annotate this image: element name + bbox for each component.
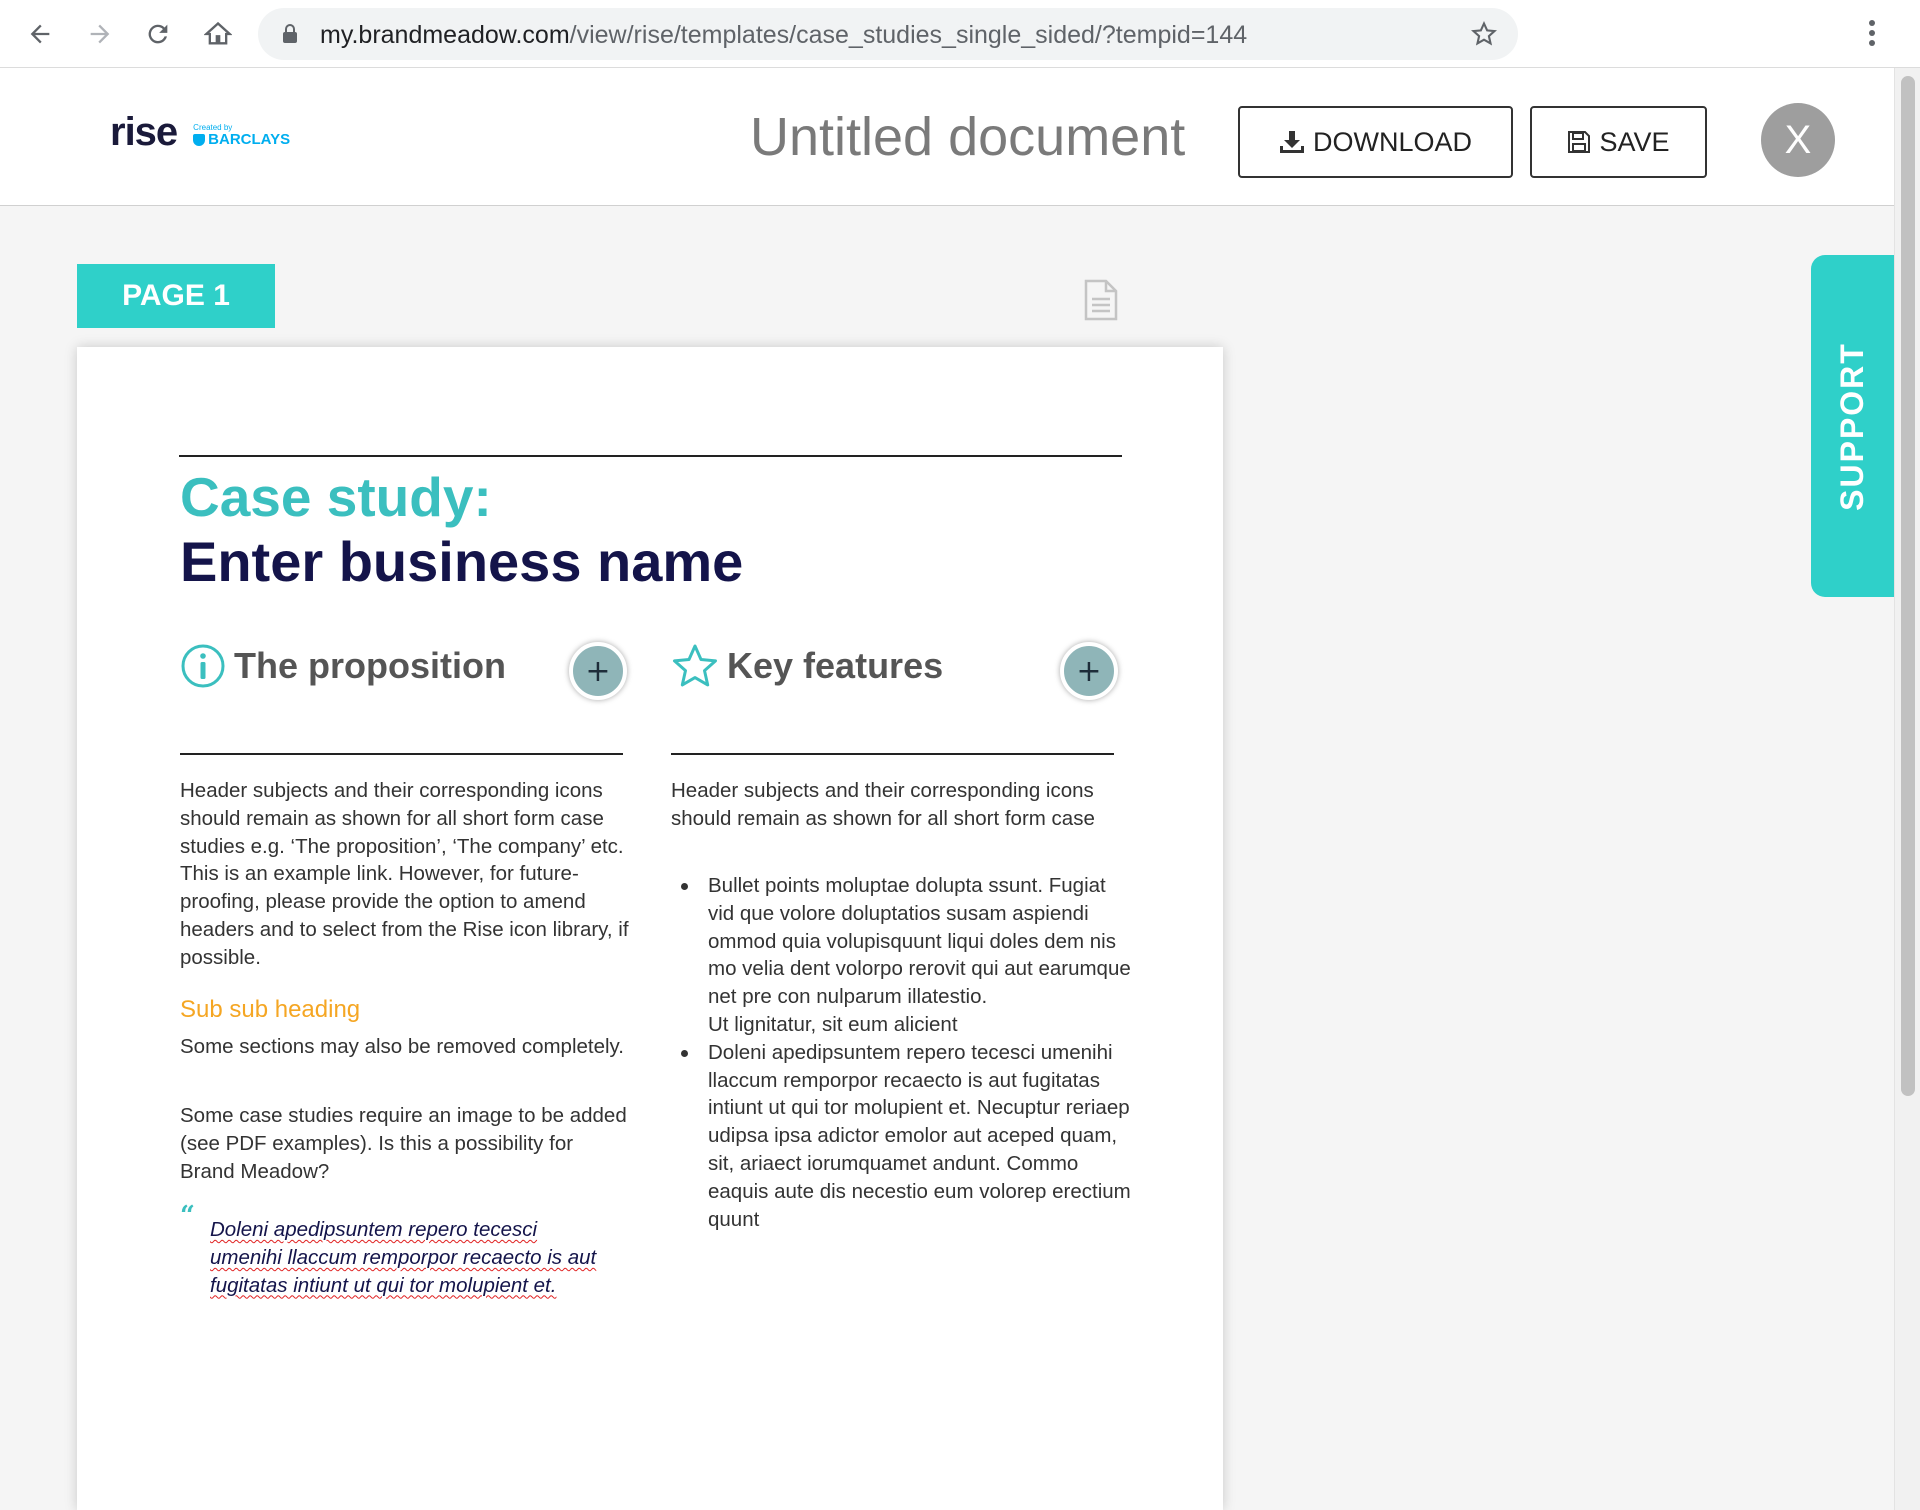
barclays-eagle-icon [193,134,206,146]
forward-icon[interactable] [82,16,118,52]
download-icon [1279,131,1304,153]
bullet-2-text: Doleni apedipsuntem repero tecesci umeni… [708,1040,1131,1231]
info-icon [181,644,225,688]
list-item[interactable]: Bullet points moluptae dolupta ssunt. Fu… [671,872,1131,1039]
logo-rise-text: rise [110,110,178,154]
barclays-badge: Created by BARCLAYS [193,123,290,148]
download-button[interactable]: DOWNLOAD [1238,106,1513,178]
proposition-heading[interactable]: The proposition [180,643,506,689]
document-title[interactable]: Untitled document [750,106,1185,168]
address-bar[interactable]: my.brandmeadow.com/view/rise/templates/c… [258,8,1518,60]
key-features-list: Bullet points moluptae dolupta ssunt. Fu… [671,872,1131,1233]
proposition-paragraph-2[interactable]: Some sections may also be removed comple… [180,1033,630,1061]
key-features-divider [671,753,1114,755]
save-icon [1568,131,1591,153]
bullet-1-text-2: Ut lignitatur, sit eum alicient [708,1012,958,1036]
top-divider [179,455,1122,457]
back-icon[interactable] [22,16,58,52]
proposition-divider [180,753,623,755]
support-tab[interactable]: SUPPORT [1811,255,1894,597]
app-header: rise Created by BARCLAYS Untitled docume… [0,68,1894,206]
scrollbar-thumb[interactable] [1901,76,1915,1096]
url-text: my.brandmeadow.com/view/rise/templates/c… [320,21,1247,50]
document-page: Case study: Enter business name The prop… [77,347,1223,1510]
proposition-paragraph-3[interactable]: Some case studies require an image to be… [180,1102,630,1185]
case-study-title[interactable]: Case study: [180,465,492,529]
reload-icon[interactable] [140,16,176,52]
pull-quote[interactable]: Doleni apedipsuntem repero tecesci umeni… [210,1216,610,1299]
page-1-tab[interactable]: PAGE 1 [77,264,275,328]
business-name[interactable]: Enter business name [180,529,743,594]
close-button[interactable]: X [1761,103,1835,177]
save-label: SAVE [1599,126,1670,157]
download-label: DOWNLOAD [1312,126,1472,157]
key-features-heading[interactable]: Key features [671,643,943,689]
star-icon [673,644,717,687]
add-section-button-key-features[interactable]: + [1060,642,1118,700]
lock-icon [282,24,298,49]
plus-icon: + [1076,653,1102,689]
plus-icon: + [585,653,611,689]
browser-toolbar: my.brandmeadow.com/view/rise/templates/c… [0,0,1920,68]
bookmark-star-icon[interactable] [1470,20,1498,53]
barclays-logo: BARCLAYS [193,132,290,148]
bullet-1-text: Bullet points moluptae dolupta ssunt. Fu… [708,874,1131,1009]
barclays-text: BARCLAYS [208,131,291,148]
key-features-paragraph[interactable]: Header subjects and their corresponding … [671,777,1121,833]
url-domain: my.brandmeadow.com [320,21,570,49]
home-icon[interactable] [200,16,236,52]
quote-mark-icon: “ [180,1201,195,1231]
proposition-heading-label: The proposition [234,645,506,686]
list-item[interactable]: Doleni apedipsuntem repero tecesci umeni… [671,1039,1131,1234]
save-button[interactable]: SAVE [1530,106,1707,178]
support-label: SUPPORT [1834,341,1870,511]
browser-menu-icon[interactable] [1868,18,1876,53]
url-path: /view/rise/templates/case_studies_single… [569,21,1248,49]
page-document-icon[interactable] [1083,279,1119,326]
key-features-heading-label: Key features [727,645,944,686]
rise-logo[interactable]: rise Created by BARCLAYS [110,112,290,152]
page-scrollbar[interactable] [1894,68,1920,1510]
add-section-button-proposition[interactable]: + [569,642,627,700]
sub-sub-heading[interactable]: Sub sub heading [180,996,360,1024]
proposition-paragraph[interactable]: Header subjects and their corresponding … [180,777,630,972]
